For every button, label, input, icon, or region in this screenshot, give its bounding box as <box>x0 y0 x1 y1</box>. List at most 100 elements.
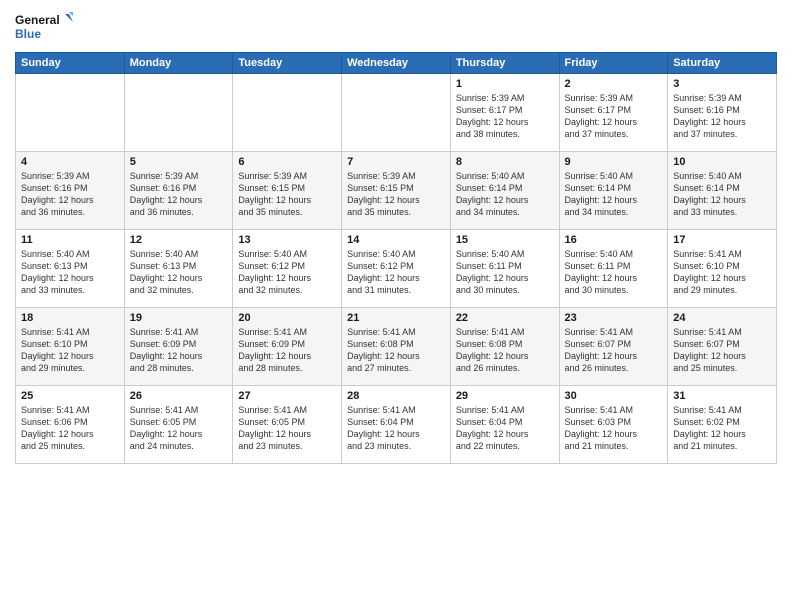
day-number: 2 <box>565 78 663 90</box>
day-info: Sunrise: 5:41 AM Sunset: 6:03 PM Dayligh… <box>565 404 663 453</box>
day-number: 7 <box>347 156 445 168</box>
day-info: Sunrise: 5:40 AM Sunset: 6:13 PM Dayligh… <box>21 248 119 297</box>
day-info: Sunrise: 5:41 AM Sunset: 6:07 PM Dayligh… <box>565 326 663 375</box>
day-info: Sunrise: 5:41 AM Sunset: 6:08 PM Dayligh… <box>456 326 554 375</box>
calendar-cell: 14Sunrise: 5:40 AM Sunset: 6:12 PM Dayli… <box>342 230 451 308</box>
calendar-cell: 17Sunrise: 5:41 AM Sunset: 6:10 PM Dayli… <box>668 230 777 308</box>
header-row: SundayMondayTuesdayWednesdayThursdayFrid… <box>16 53 777 74</box>
day-number: 31 <box>673 390 771 402</box>
day-info: Sunrise: 5:41 AM Sunset: 6:10 PM Dayligh… <box>21 326 119 375</box>
day-info: Sunrise: 5:41 AM Sunset: 6:09 PM Dayligh… <box>238 326 336 375</box>
calendar-cell: 31 Sunrise: 5:41 AM Sunset: 6:02 PM Dayli… <box>668 386 777 464</box>
day-header-sunday: Sunday <box>16 53 125 74</box>
calendar-cell: 28Sunrise: 5:41 AM Sunset: 6:04 PM Dayli… <box>342 386 451 464</box>
day-info: Sunrise: 5:40 AM Sunset: 6:14 PM Dayligh… <box>565 170 663 219</box>
calendar-cell: 11 Sunrise: 5:40 AM Sunset: 6:13 PM Dayli… <box>16 230 125 308</box>
calendar-cell: 8 Sunrise: 5:40 AM Sunset: 6:14 PM Daylig… <box>450 152 559 230</box>
day-number: 22 <box>456 312 554 324</box>
day-info: Sunrise: 5:41 AM Sunset: 6:02 PM Dayligh… <box>673 404 771 453</box>
calendar-cell: 22 Sunrise: 5:41 AM Sunset: 6:08 PM Dayli… <box>450 308 559 386</box>
calendar-cell: 6 Sunrise: 5:39 AM Sunset: 6:15 PM Daylig… <box>233 152 342 230</box>
day-number: 21 <box>347 312 445 324</box>
day-header-thursday: Thursday <box>450 53 559 74</box>
day-number: 18 <box>21 312 119 324</box>
day-info: Sunrise: 5:41 AM Sunset: 6:04 PM Dayligh… <box>456 404 554 453</box>
day-number: 17 <box>673 234 771 246</box>
day-number: 19 <box>130 312 228 324</box>
calendar-cell: 29 Sunrise: 5:41 AM Sunset: 6:04 PM Dayli… <box>450 386 559 464</box>
day-info: Sunrise: 5:40 AM Sunset: 6:14 PM Dayligh… <box>673 170 771 219</box>
day-info: Sunrise: 5:41 AM Sunset: 6:05 PM Dayligh… <box>130 404 228 453</box>
day-header-tuesday: Tuesday <box>233 53 342 74</box>
day-number: 24 <box>673 312 771 324</box>
calendar-cell: 12Sunrise: 5:40 AM Sunset: 6:13 PM Dayli… <box>124 230 233 308</box>
week-row-3: 11 Sunrise: 5:40 AM Sunset: 6:13 PM Dayli… <box>16 230 777 308</box>
calendar-cell: 23 Sunrise: 5:41 AM Sunset: 6:07 PM Dayli… <box>559 308 668 386</box>
day-info: Sunrise: 5:39 AM Sunset: 6:17 PM Dayligh… <box>565 92 663 141</box>
calendar-cell: 10 Sunrise: 5:40 AM Sunset: 6:14 PM Dayli… <box>668 152 777 230</box>
logo-svg: General Blue <box>15 10 75 46</box>
day-number: 30 <box>565 390 663 402</box>
week-row-5: 25 Sunrise: 5:41 AM Sunset: 6:06 PM Dayli… <box>16 386 777 464</box>
day-info: Sunrise: 5:40 AM Sunset: 6:11 PM Dayligh… <box>456 248 554 297</box>
day-info: Sunrise: 5:39 AM Sunset: 6:15 PM Dayligh… <box>347 170 445 219</box>
day-info: Sunrise: 5:39 AM Sunset: 6:16 PM Dayligh… <box>130 170 228 219</box>
day-info: Sunrise: 5:41 AM Sunset: 6:07 PM Dayligh… <box>673 326 771 375</box>
day-number: 27 <box>238 390 336 402</box>
day-info: Sunrise: 5:40 AM Sunset: 6:11 PM Dayligh… <box>565 248 663 297</box>
day-number: 9 <box>565 156 663 168</box>
calendar-cell: 25 Sunrise: 5:41 AM Sunset: 6:06 PM Dayli… <box>16 386 125 464</box>
day-number: 6 <box>238 156 336 168</box>
day-header-friday: Friday <box>559 53 668 74</box>
day-info: Sunrise: 5:40 AM Sunset: 6:14 PM Dayligh… <box>456 170 554 219</box>
day-number: 20 <box>238 312 336 324</box>
day-number: 5 <box>130 156 228 168</box>
calendar-cell: 18 Sunrise: 5:41 AM Sunset: 6:10 PM Dayli… <box>16 308 125 386</box>
calendar-cell: 16 Sunrise: 5:40 AM Sunset: 6:11 PM Dayli… <box>559 230 668 308</box>
day-info: Sunrise: 5:41 AM Sunset: 6:06 PM Dayligh… <box>21 404 119 453</box>
day-header-saturday: Saturday <box>668 53 777 74</box>
calendar-cell: 30 Sunrise: 5:41 AM Sunset: 6:03 PM Dayli… <box>559 386 668 464</box>
day-info: Sunrise: 5:41 AM Sunset: 6:09 PM Dayligh… <box>130 326 228 375</box>
calendar-cell: 1Sunrise: 5:39 AM Sunset: 6:17 PM Daylig… <box>450 74 559 152</box>
calendar-cell: 21 Sunrise: 5:41 AM Sunset: 6:08 PM Dayli… <box>342 308 451 386</box>
day-number: 10 <box>673 156 771 168</box>
day-number: 23 <box>565 312 663 324</box>
day-number: 11 <box>21 234 119 246</box>
header: General Blue <box>15 10 777 46</box>
calendar-cell <box>124 74 233 152</box>
calendar-cell: 4 Sunrise: 5:39 AM Sunset: 6:16 PM Daylig… <box>16 152 125 230</box>
day-header-wednesday: Wednesday <box>342 53 451 74</box>
calendar-cell: 27 Sunrise: 5:41 AM Sunset: 6:05 PM Dayli… <box>233 386 342 464</box>
day-number: 29 <box>456 390 554 402</box>
calendar-cell: 26Sunrise: 5:41 AM Sunset: 6:05 PM Dayli… <box>124 386 233 464</box>
day-header-monday: Monday <box>124 53 233 74</box>
calendar-cell <box>233 74 342 152</box>
calendar-table: SundayMondayTuesdayWednesdayThursdayFrid… <box>15 52 777 464</box>
day-info: Sunrise: 5:39 AM Sunset: 6:15 PM Dayligh… <box>238 170 336 219</box>
calendar-cell: 15Sunrise: 5:40 AM Sunset: 6:11 PM Dayli… <box>450 230 559 308</box>
logo: General Blue <box>15 10 75 46</box>
day-info: Sunrise: 5:39 AM Sunset: 6:17 PM Dayligh… <box>456 92 554 141</box>
day-info: Sunrise: 5:41 AM Sunset: 6:08 PM Dayligh… <box>347 326 445 375</box>
calendar-cell: 20 Sunrise: 5:41 AM Sunset: 6:09 PM Dayli… <box>233 308 342 386</box>
svg-text:Blue: Blue <box>15 27 41 41</box>
day-number: 25 <box>21 390 119 402</box>
day-info: Sunrise: 5:40 AM Sunset: 6:12 PM Dayligh… <box>238 248 336 297</box>
day-number: 14 <box>347 234 445 246</box>
day-info: Sunrise: 5:39 AM Sunset: 6:16 PM Dayligh… <box>21 170 119 219</box>
calendar-cell: 7 Sunrise: 5:39 AM Sunset: 6:15 PM Daylig… <box>342 152 451 230</box>
day-number: 3 <box>673 78 771 90</box>
calendar-cell <box>16 74 125 152</box>
calendar-cell: 5 Sunrise: 5:39 AM Sunset: 6:16 PM Daylig… <box>124 152 233 230</box>
day-number: 8 <box>456 156 554 168</box>
day-number: 16 <box>565 234 663 246</box>
week-row-1: 1Sunrise: 5:39 AM Sunset: 6:17 PM Daylig… <box>16 74 777 152</box>
day-number: 4 <box>21 156 119 168</box>
svg-text:General: General <box>15 13 60 27</box>
page: General Blue SundayMondayTuesdayWednesda… <box>0 0 792 612</box>
calendar-cell: 13Sunrise: 5:40 AM Sunset: 6:12 PM Dayli… <box>233 230 342 308</box>
day-number: 28 <box>347 390 445 402</box>
week-row-2: 4 Sunrise: 5:39 AM Sunset: 6:16 PM Daylig… <box>16 152 777 230</box>
day-info: Sunrise: 5:41 AM Sunset: 6:05 PM Dayligh… <box>238 404 336 453</box>
